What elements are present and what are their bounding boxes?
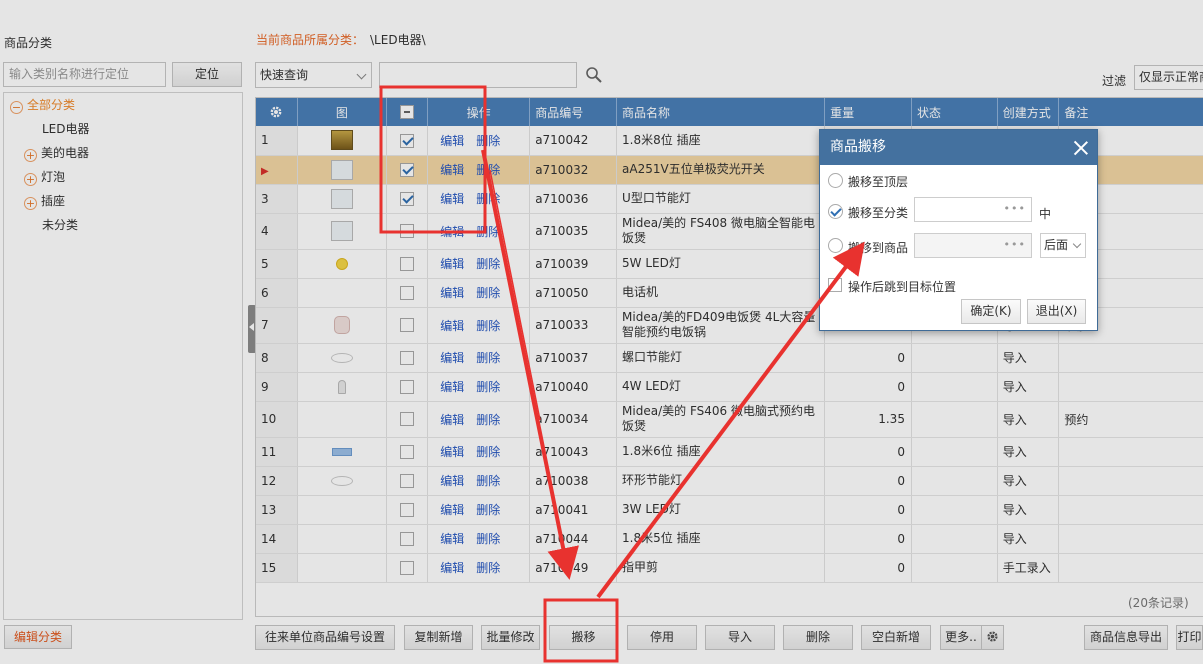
radio-move-top[interactable] [828, 173, 843, 188]
move-product-label[interactable]: 搬移到商品 [848, 239, 908, 256]
position-select[interactable]: 后面 [1040, 233, 1086, 258]
more-dots-icon[interactable]: ••• [1004, 202, 1026, 215]
target-category-input[interactable]: ••• [914, 197, 1032, 222]
radio-move-category[interactable] [828, 204, 843, 219]
modal-backdrop [0, 0, 1203, 664]
jump-after-checkbox[interactable] [828, 278, 842, 292]
move-category-label[interactable]: 搬移至分类 [848, 204, 908, 221]
move-dialog: 商品搬移 搬移至顶层 搬移至分类 ••• 中 搬移到商品 ••• 后面 操作后跳… [819, 129, 1098, 331]
chevron-down-icon [1072, 239, 1082, 249]
dialog-title: 商品搬移 [830, 139, 886, 155]
ok-button[interactable]: 确定(K) [961, 299, 1021, 324]
dialog-header: 商品搬移 [820, 130, 1097, 165]
close-icon[interactable] [1074, 141, 1088, 155]
target-product-input[interactable]: ••• [914, 233, 1032, 258]
in-label: 中 [1039, 207, 1052, 221]
exit-button[interactable]: 退出(X) [1027, 299, 1086, 324]
radio-move-product[interactable] [828, 238, 843, 253]
jump-after-label[interactable]: 操作后跳到目标位置 [848, 278, 956, 295]
move-top-label[interactable]: 搬移至顶层 [848, 173, 908, 190]
more-dots-icon[interactable]: ••• [1004, 238, 1026, 251]
